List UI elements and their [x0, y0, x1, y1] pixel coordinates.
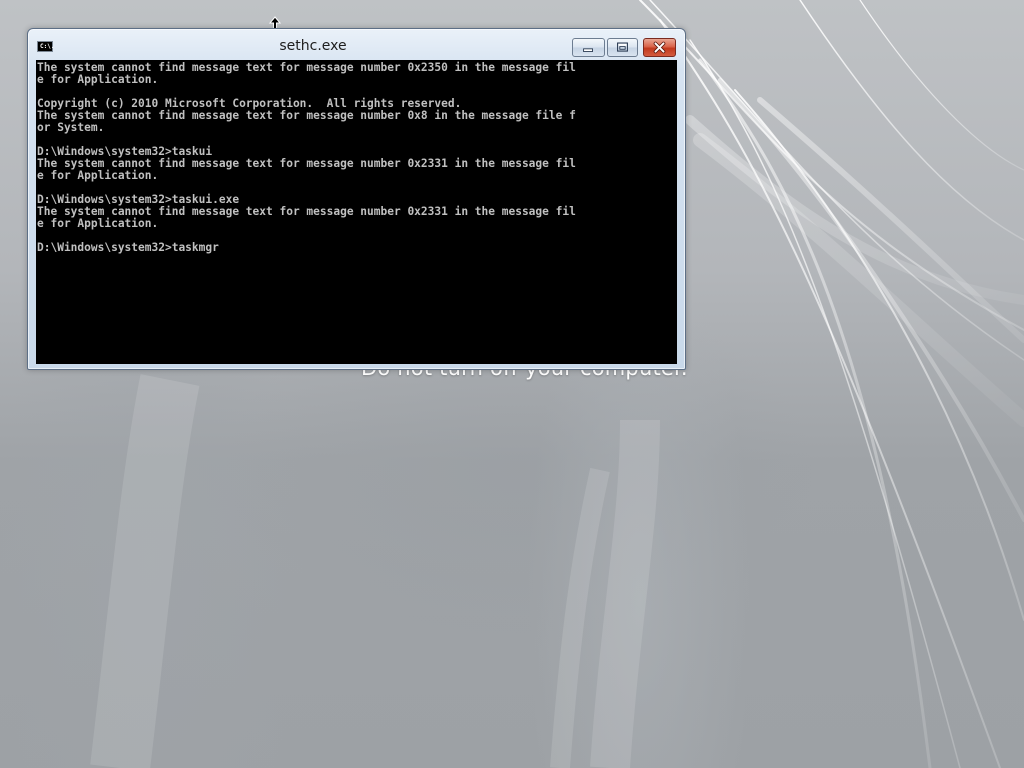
console-line: or System.	[37, 121, 105, 134]
window-title: sethc.exe	[279, 38, 347, 54]
console-output-area[interactable]: The system cannot find message text for …	[36, 60, 677, 364]
console-line: e for Application.	[37, 73, 159, 86]
window-titlebar[interactable]: C:\. sethc.exe	[28, 29, 685, 59]
minimize-icon	[583, 48, 593, 52]
maximize-icon	[617, 42, 628, 52]
console-line: e for Application.	[37, 217, 159, 230]
console-line: The system cannot find message text for …	[37, 109, 576, 122]
console-line: e for Application.	[37, 169, 159, 182]
maximize-button[interactable]	[607, 38, 638, 57]
minimize-button[interactable]	[572, 38, 605, 57]
console-prompt-line: D:\Windows\system32>taskmgr	[37, 241, 219, 254]
close-icon	[653, 41, 666, 54]
close-button[interactable]	[643, 38, 676, 57]
console-text: The system cannot find message text for …	[36, 62, 576, 254]
console-window[interactable]: C:\. sethc.exe The system cannot find me…	[27, 28, 686, 370]
